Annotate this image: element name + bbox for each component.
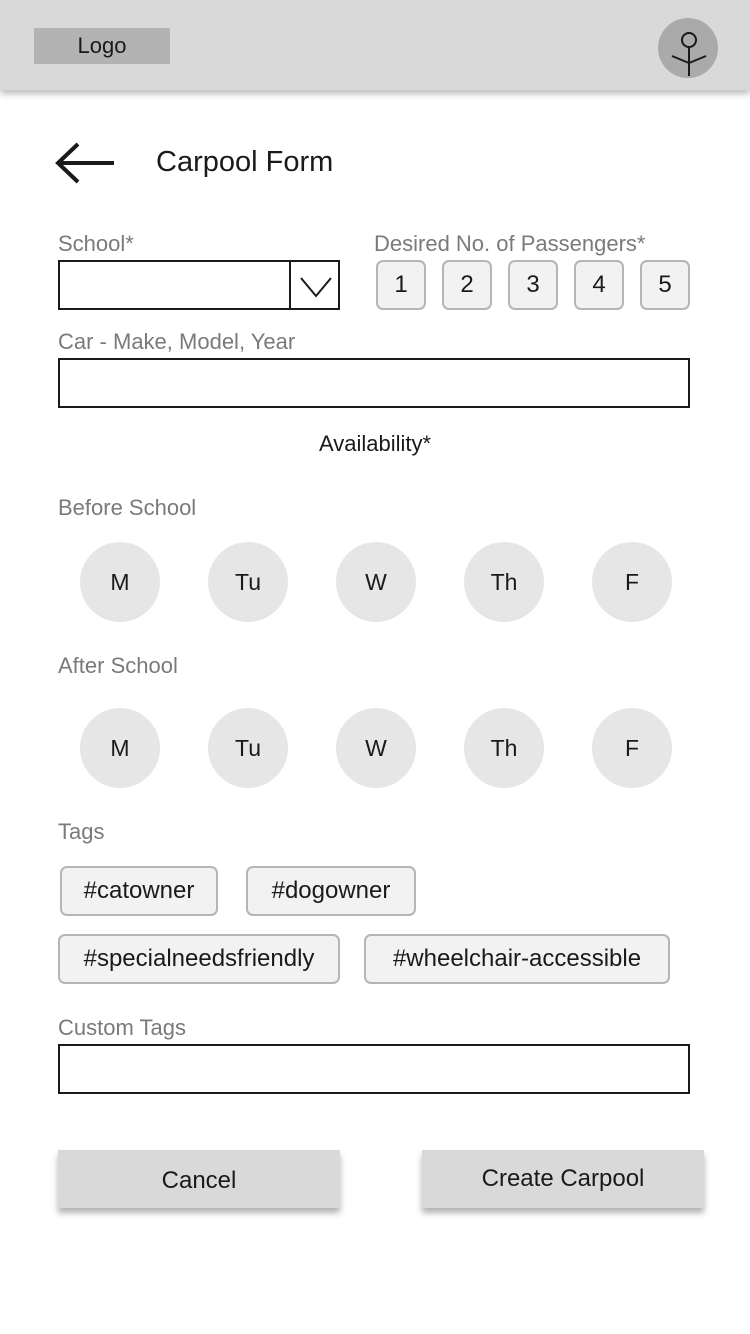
availability-title: Availability*	[318, 431, 432, 456]
cancel-button[interactable]: Cancel	[58, 1150, 340, 1208]
school-select[interactable]	[58, 260, 340, 310]
school-label: School*	[58, 231, 134, 256]
passengers-label: Desired No. of Passengers*	[374, 231, 646, 256]
tag-chip[interactable]: #specialneedsfriendly	[58, 934, 340, 984]
logo[interactable]: Logo	[34, 28, 170, 64]
passenger-option-2[interactable]: 2	[442, 260, 492, 310]
tags-label: Tags	[58, 819, 105, 844]
car-label: Car - Make, Model, Year	[58, 329, 296, 354]
arrow-left-icon[interactable]	[52, 138, 118, 188]
passenger-option-3[interactable]: 3	[508, 260, 558, 310]
chevron-down-icon[interactable]	[289, 262, 338, 308]
after-day-thursday[interactable]: Th	[464, 708, 544, 788]
after-day-tuesday[interactable]: Tu	[208, 708, 288, 788]
before-day-monday[interactable]: M	[80, 542, 160, 622]
tag-chip[interactable]: #wheelchair-accessible	[364, 934, 670, 984]
custom-tags-label: Custom Tags	[58, 1015, 186, 1040]
before-day-wednesday[interactable]: W	[336, 542, 416, 622]
after-day-wednesday[interactable]: W	[336, 708, 416, 788]
after-school-label: After School	[58, 653, 178, 678]
tag-chip[interactable]: #dogowner	[246, 866, 416, 916]
before-day-friday[interactable]: F	[592, 542, 672, 622]
page-title: Carpool Form	[156, 146, 334, 178]
passenger-option-1[interactable]: 1	[376, 260, 426, 310]
custom-tags-input[interactable]	[58, 1044, 690, 1094]
after-day-friday[interactable]: F	[592, 708, 672, 788]
create-carpool-button[interactable]: Create Carpool	[422, 1150, 704, 1208]
after-day-monday[interactable]: M	[80, 708, 160, 788]
user-avatar-icon[interactable]	[658, 18, 718, 78]
tag-chip[interactable]: #catowner	[60, 866, 218, 916]
car-input[interactable]	[58, 358, 690, 408]
before-day-tuesday[interactable]: Tu	[208, 542, 288, 622]
passenger-option-5[interactable]: 5	[640, 260, 690, 310]
before-school-label: Before School	[58, 495, 197, 520]
before-day-thursday[interactable]: Th	[464, 542, 544, 622]
top-app-bar: Logo	[0, 0, 750, 90]
passenger-option-4[interactable]: 4	[574, 260, 624, 310]
